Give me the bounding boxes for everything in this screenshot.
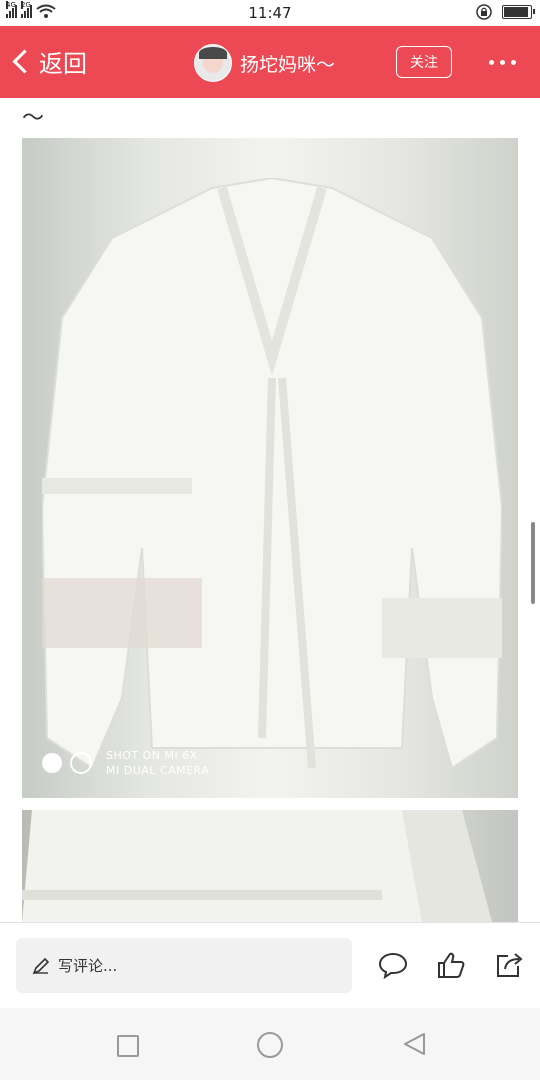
post-text: ～	[22, 106, 45, 131]
post-image[interactable]	[22, 810, 518, 922]
app-header: 返回 扬坨妈咪～ 关注	[0, 26, 540, 98]
recent-apps-icon[interactable]	[117, 1035, 139, 1057]
pencil-icon	[32, 957, 50, 974]
watermark-line1: SHOT ON MI 6X	[106, 749, 198, 762]
back-label: 返回	[39, 50, 87, 78]
chevron-left-icon	[12, 49, 37, 74]
status-right	[476, 4, 535, 20]
watermark-line2: MI DUAL CAMERA	[106, 764, 210, 777]
back-button[interactable]: 返回	[10, 44, 87, 79]
share-icon[interactable]	[494, 951, 524, 979]
comment-bar: 写评论...	[0, 922, 540, 1009]
comment-placeholder: 写评论...	[58, 957, 118, 975]
system-nav-bar	[0, 1008, 540, 1080]
post-image[interactable]: SHOT ON MI 6X MI DUAL CAMERA	[22, 138, 518, 798]
shirt-illustration	[22, 810, 492, 922]
like-icon[interactable]	[436, 951, 466, 979]
status-bar: 4G 2G 11:47	[0, 0, 540, 26]
comment-icon[interactable]	[378, 951, 408, 979]
follow-button[interactable]: 关注	[396, 46, 452, 78]
battery-icon	[502, 5, 535, 19]
shirt-illustration	[42, 178, 502, 770]
more-icon[interactable]	[489, 60, 516, 65]
back-nav-icon[interactable]	[402, 1032, 426, 1056]
post-actions	[378, 951, 524, 979]
camera-watermark: SHOT ON MI 6X MI DUAL CAMERA	[42, 748, 209, 778]
scrollbar[interactable]	[531, 522, 535, 604]
comment-input[interactable]: 写评论...	[16, 938, 352, 993]
clock: 11:47	[248, 4, 292, 22]
author-info[interactable]: 扬坨妈咪～	[194, 44, 335, 82]
rotation-lock-icon	[476, 4, 492, 20]
avatar[interactable]	[194, 44, 232, 82]
author-name[interactable]: 扬坨妈咪～	[240, 50, 335, 77]
home-icon[interactable]	[257, 1032, 283, 1058]
